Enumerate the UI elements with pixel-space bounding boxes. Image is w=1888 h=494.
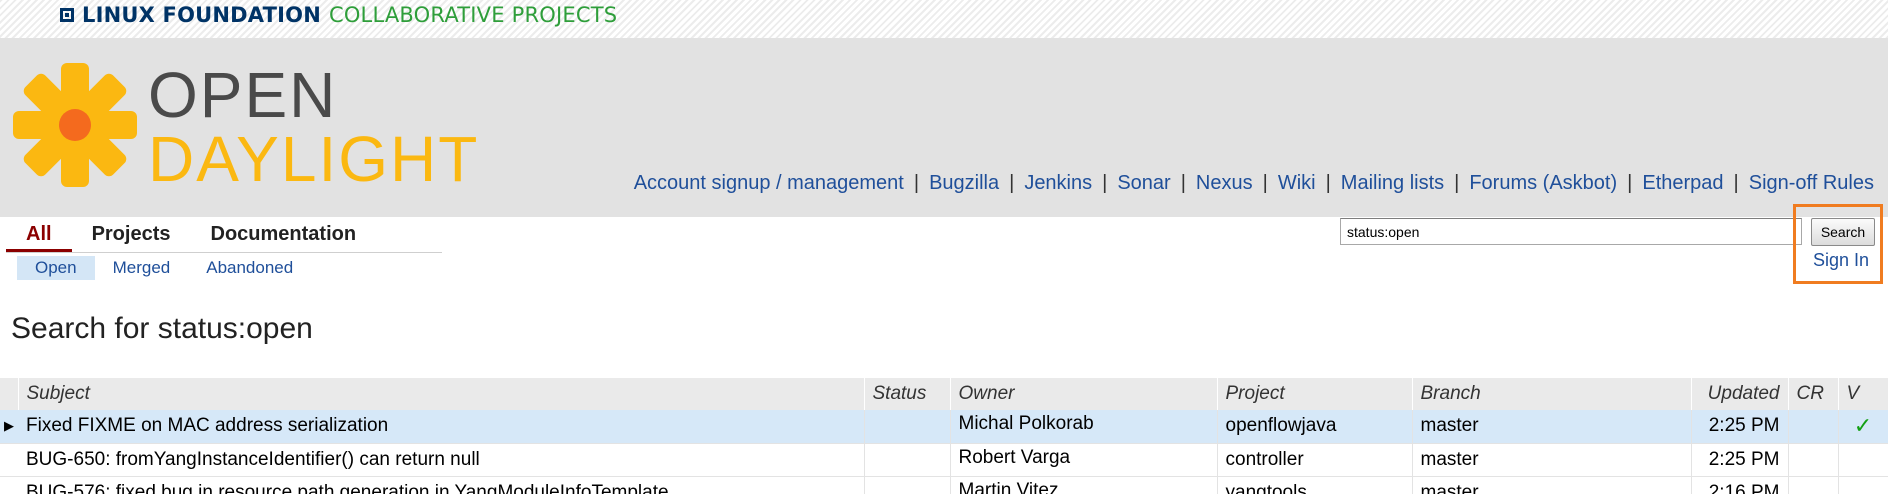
cell-branch[interactable]: master (1412, 476, 1692, 494)
header-status[interactable]: Status (864, 378, 951, 410)
lf-logo[interactable]: LINUX FOUNDATION COLLABORATIVE PROJECTS (60, 3, 618, 27)
table-header-row: Subject Status Owner Project Branch Upda… (0, 378, 1888, 410)
link-account-signup[interactable]: Account signup / management (634, 172, 904, 195)
cell-status (864, 476, 951, 494)
lf-org-name: LINUX FOUNDATION (82, 3, 321, 27)
cell-owner[interactable]: Robert Varga (950, 443, 1218, 477)
tabs-divider (6, 252, 442, 253)
link-sonar[interactable]: Sonar (1117, 172, 1170, 195)
cell-subject[interactable]: BUG-576: fixed bug in resource path gene… (18, 476, 865, 494)
cell-updated: 2:25 PM (1691, 443, 1789, 477)
cell-project[interactable]: openflowjava (1217, 410, 1413, 444)
search-button[interactable]: Search (1811, 218, 1875, 246)
cell-v (1838, 443, 1888, 477)
link-etherpad[interactable]: Etherpad (1642, 172, 1723, 195)
header-project[interactable]: Project (1217, 378, 1413, 410)
cell-updated: 2:16 PM (1691, 476, 1789, 494)
cell-v (1838, 476, 1888, 494)
cell-cr (1788, 476, 1839, 494)
header-updated[interactable]: Updated (1691, 378, 1789, 410)
cell-updated: 2:25 PM (1691, 410, 1789, 444)
header-subject[interactable]: Subject (18, 378, 865, 410)
header-owner[interactable]: Owner (950, 378, 1218, 410)
link-sign-off-rules[interactable]: Sign-off Rules (1749, 172, 1874, 195)
header-pointer (0, 378, 19, 410)
cell-owner[interactable]: Martin Vitez (950, 476, 1218, 494)
verified-check-icon: ✓ (1838, 410, 1888, 444)
cell-cr (1788, 443, 1839, 477)
tab-all[interactable]: All (6, 220, 72, 252)
logo-daylight-text: DAYLIGHT (148, 123, 480, 195)
subtab-abandoned[interactable]: Abandoned (188, 256, 311, 280)
lf-banner: LINUX FOUNDATION COLLABORATIVE PROJECTS (0, 0, 1888, 38)
table-row[interactable]: BUG-650: fromYangInstanceIdentifier() ca… (0, 443, 1888, 477)
cell-branch[interactable]: master (1412, 443, 1692, 477)
sign-in-link[interactable]: Sign In (1813, 250, 1869, 271)
row-pointer (0, 443, 18, 477)
link-forums[interactable]: Forums (Askbot) (1469, 172, 1617, 195)
cell-branch[interactable]: master (1412, 410, 1692, 444)
link-jenkins[interactable]: Jenkins (1024, 172, 1092, 195)
search-input[interactable] (1340, 218, 1802, 245)
header-v[interactable]: V (1838, 378, 1888, 410)
cell-subject[interactable]: Fixed FIXME on MAC address serialization (18, 410, 865, 444)
table-row[interactable]: BUG-576: fixed bug in resource path gene… (0, 476, 1888, 494)
cell-status (864, 410, 951, 444)
cell-cr (1788, 410, 1839, 444)
sub-tabs: Open Merged Abandoned (17, 256, 311, 280)
link-bugzilla[interactable]: Bugzilla (929, 172, 999, 195)
subtab-open[interactable]: Open (17, 256, 95, 280)
subtab-merged[interactable]: Merged (95, 256, 189, 280)
cell-project[interactable]: yangtools (1217, 476, 1413, 494)
cell-project[interactable]: controller (1217, 443, 1413, 477)
changes-table: Subject Status Owner Project Branch Upda… (0, 378, 1888, 494)
link-wiki[interactable]: Wiki (1278, 172, 1316, 195)
top-links: Account signup / management | Bugzilla | J… (633, 172, 1874, 195)
opendaylight-flower-icon[interactable] (10, 60, 140, 190)
link-nexus[interactable]: Nexus (1196, 172, 1253, 195)
logo-open-text: OPEN (148, 59, 338, 131)
row-pointer-icon: ▶ (0, 410, 18, 444)
header-cr[interactable]: CR (1788, 378, 1839, 410)
cell-subject[interactable]: BUG-650: fromYangInstanceIdentifier() ca… (18, 443, 865, 477)
cell-owner[interactable]: Michal Polkorab (950, 410, 1218, 444)
page-title: Search for status:open (11, 312, 313, 345)
header-branch[interactable]: Branch (1412, 378, 1692, 410)
lf-collab-label: COLLABORATIVE PROJECTS (328, 3, 618, 27)
tab-documentation[interactable]: Documentation (191, 220, 377, 252)
row-pointer (0, 476, 18, 494)
site-header: OPEN DAYLIGHT Account signup / managemen… (0, 38, 1888, 217)
main-tabs: All Projects Documentation (6, 220, 376, 252)
tab-projects[interactable]: Projects (72, 220, 191, 252)
cell-status (864, 443, 951, 477)
table-row[interactable]: ▶ Fixed FIXME on MAC address serializati… (0, 410, 1888, 444)
lf-mark-icon (60, 8, 74, 22)
link-mailing-lists[interactable]: Mailing lists (1341, 172, 1444, 195)
